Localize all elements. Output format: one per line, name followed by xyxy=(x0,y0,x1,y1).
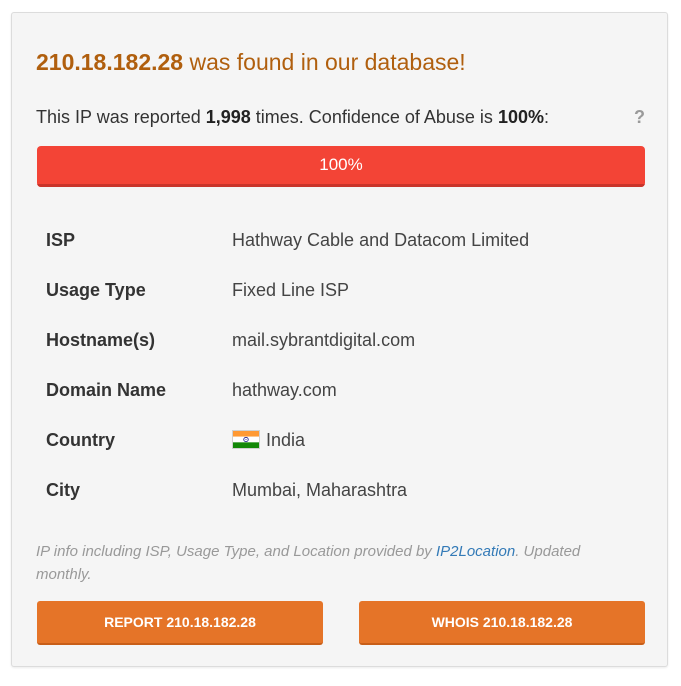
table-row: Domain Name hathway.com xyxy=(36,365,529,415)
country-value: India xyxy=(266,429,306,450)
table-row: Hostname(s) mail.sybrantdigital.com xyxy=(36,315,529,365)
isp-label: ISP xyxy=(46,229,76,250)
city-label: City xyxy=(46,479,81,500)
ip-result-card: 210.18.182.28 was found in our database!… xyxy=(11,12,668,667)
report-ip-button[interactable]: REPORT 210.18.182.28 xyxy=(37,601,323,645)
usage-type-value: Fixed Line ISP xyxy=(232,279,350,300)
hostnames-value: mail.sybrantdigital.com xyxy=(232,329,416,350)
domain-name-value: hathway.com xyxy=(232,379,337,400)
hostnames-label: Hostname(s) xyxy=(46,329,156,350)
confidence-value: 100% xyxy=(497,107,544,127)
country-cell: India xyxy=(232,415,529,465)
ip2location-link[interactable]: IP2Location xyxy=(436,543,515,560)
help-icon[interactable]: ? xyxy=(634,107,645,128)
data-source-note: IP info including ISP, Usage Type, and L… xyxy=(36,540,636,586)
headline-ip: 210.18.182.28 xyxy=(36,49,184,75)
whois-ip-button[interactable]: WHOIS 210.18.182.28 xyxy=(359,601,645,645)
report-count: 1,998 xyxy=(205,107,251,127)
report-prefix: This IP was reported xyxy=(36,107,206,127)
report-summary: This IP was reported 1,998 times. Confid… xyxy=(36,107,646,128)
usage-type-label: Usage Type xyxy=(46,279,146,300)
note-prefix: IP info including ISP, Usage Type, and L… xyxy=(36,543,436,560)
country-label: Country xyxy=(46,429,115,450)
ip-details-table: ISP Hathway Cable and Datacom Limited Us… xyxy=(36,215,529,515)
domain-name-label: Domain Name xyxy=(46,379,167,400)
progress-fill: 100% xyxy=(37,146,645,187)
report-suffix: : xyxy=(543,107,549,127)
confidence-progress-bar: 100% xyxy=(37,146,645,187)
table-row: Country India xyxy=(36,415,529,465)
headline-suffix: was found in our database! xyxy=(183,49,466,75)
result-headline: 210.18.182.28 was found in our database! xyxy=(36,49,466,76)
india-flag-icon xyxy=(232,429,260,449)
report-middle: times. Confidence of Abuse is xyxy=(250,107,498,127)
table-row: City Mumbai, Maharashtra xyxy=(36,465,529,515)
city-value: Mumbai, Maharashtra xyxy=(232,479,408,500)
table-row: ISP Hathway Cable and Datacom Limited xyxy=(36,215,529,265)
table-row: Usage Type Fixed Line ISP xyxy=(36,265,529,315)
isp-value: Hathway Cable and Datacom Limited xyxy=(232,229,530,250)
